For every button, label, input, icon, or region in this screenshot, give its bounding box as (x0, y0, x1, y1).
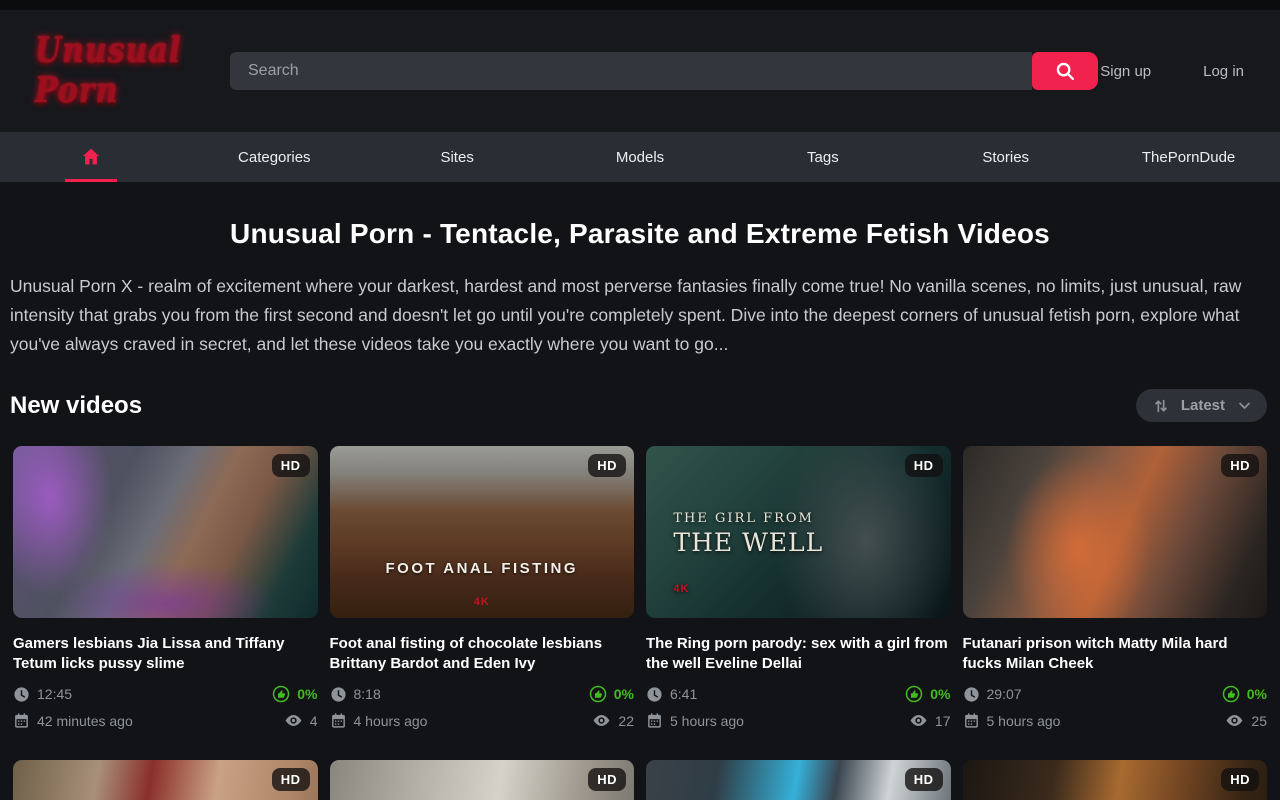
calendar-icon (330, 712, 347, 729)
hd-badge: HD (588, 454, 626, 477)
video-card[interactable]: HD FOOT ANAL FISTING 4K Foot anal fistin… (330, 446, 635, 730)
video-rating: 0% (1247, 686, 1267, 702)
clock-icon (963, 686, 980, 703)
auth-links: Sign up Log in (1098, 63, 1244, 80)
thumbs-up-icon (905, 685, 923, 703)
poster-line-2: THE WELL (673, 528, 823, 557)
sort-label: Latest (1181, 397, 1225, 414)
video-thumbnail[interactable]: HD (963, 760, 1268, 800)
nav-item-theporndude[interactable]: ThePornDude (1097, 132, 1280, 182)
logo[interactable]: Unusual Porn (35, 31, 210, 112)
calendar-icon (13, 712, 30, 729)
video-posted: 5 hours ago (670, 713, 744, 729)
video-thumbnail[interactable]: HD (330, 760, 635, 800)
video-rating: 0% (297, 686, 317, 702)
page-description: Unusual Porn X - realm of excitement whe… (10, 272, 1270, 359)
video-card[interactable]: HD (330, 760, 635, 800)
video-duration: 12:45 (37, 686, 72, 702)
chevron-down-icon (1237, 398, 1252, 413)
thumbs-up-icon (272, 685, 290, 703)
clock-icon (13, 686, 30, 703)
video-title[interactable]: The Ring porn parody: sex with a girl fr… (646, 634, 951, 674)
login-link[interactable]: Log in (1203, 63, 1244, 80)
video-meta: 8:18 0% 4 hours ago (330, 685, 635, 730)
video-card[interactable]: HD Futanari prison witch Matty Mila hard… (963, 446, 1268, 730)
thumbnail-quality-mark: 4K (330, 596, 635, 608)
video-card[interactable]: HD THE GIRL FROM THE WELL 4K The Ring po… (646, 446, 951, 730)
video-thumbnail[interactable]: HD (963, 446, 1268, 618)
signup-link[interactable]: Sign up (1100, 63, 1151, 80)
thumbs-up-icon (1222, 685, 1240, 703)
video-rating: 0% (614, 686, 634, 702)
video-duration: 6:41 (670, 686, 697, 702)
sort-icon (1153, 398, 1169, 414)
video-title[interactable]: Gamers lesbians Jia Lissa and Tiffany Te… (13, 634, 318, 674)
thumbs-up-icon (589, 685, 607, 703)
main-nav: Categories Sites Models Tags Stories The… (0, 132, 1280, 182)
eye-icon (909, 711, 928, 730)
hd-badge: HD (905, 454, 943, 477)
eye-icon (284, 711, 303, 730)
section-title: New videos (10, 392, 142, 420)
nav-item-sites[interactable]: Sites (366, 132, 549, 182)
nav-item-stories[interactable]: Stories (914, 132, 1097, 182)
thumbnail-overlay-title: FOOT ANAL FISTING (330, 560, 635, 577)
eye-icon (592, 711, 611, 730)
search-button[interactable] (1032, 52, 1098, 90)
header: Unusual Porn Sign up Log in (0, 10, 1280, 132)
hd-badge: HD (272, 768, 310, 791)
video-grid: HD Gamers lesbians Jia Lissa and Tiffany… (13, 446, 1267, 800)
calendar-icon (646, 712, 663, 729)
section-head: New videos Latest (10, 389, 1267, 422)
video-card[interactable]: HD (646, 760, 951, 800)
video-card[interactable]: HD (13, 760, 318, 800)
video-meta: 12:45 0% 42 minutes ago (13, 685, 318, 730)
thumbnail-quality-mark: 4K (673, 583, 823, 595)
search-icon (1054, 60, 1076, 82)
video-duration: 8:18 (354, 686, 381, 702)
hd-badge: HD (1221, 454, 1259, 477)
eye-icon (1225, 711, 1244, 730)
video-rating: 0% (930, 686, 950, 702)
video-thumbnail[interactable]: HD (646, 760, 951, 800)
video-views: 4 (310, 713, 318, 729)
video-thumbnail[interactable]: HD FOOT ANAL FISTING 4K (330, 446, 635, 618)
video-posted: 5 hours ago (987, 713, 1061, 729)
hd-badge: HD (905, 768, 943, 791)
nav-item-categories[interactable]: Categories (183, 132, 366, 182)
search-bar (230, 52, 1098, 90)
video-posted: 42 minutes ago (37, 713, 133, 729)
video-views: 17 (935, 713, 951, 729)
hd-badge: HD (272, 454, 310, 477)
poster-line-1: THE GIRL FROM (673, 511, 823, 526)
video-card[interactable]: HD Gamers lesbians Jia Lissa and Tiffany… (13, 446, 318, 730)
video-views: 25 (1251, 713, 1267, 729)
video-thumbnail[interactable]: HD (13, 760, 318, 800)
video-card[interactable]: HD (963, 760, 1268, 800)
hd-badge: HD (1221, 768, 1259, 791)
video-thumbnail[interactable]: HD (13, 446, 318, 618)
video-title[interactable]: Futanari prison witch Matty Mila hard fu… (963, 634, 1268, 674)
thumbnail-overlay-poster: THE GIRL FROM THE WELL 4K (673, 511, 823, 595)
video-thumbnail[interactable]: HD THE GIRL FROM THE WELL 4K (646, 446, 951, 618)
top-strip (0, 0, 1280, 10)
calendar-icon (963, 712, 980, 729)
nav-item-home[interactable] (0, 132, 183, 182)
search-input[interactable] (230, 52, 1032, 90)
video-title[interactable]: Foot anal fisting of chocolate lesbians … (330, 634, 635, 674)
page-title: Unusual Porn - Tentacle, Parasite and Ex… (0, 218, 1280, 250)
clock-icon (646, 686, 663, 703)
hd-badge: HD (588, 768, 626, 791)
home-icon (80, 146, 102, 168)
video-posted: 4 hours ago (354, 713, 428, 729)
sort-dropdown[interactable]: Latest (1136, 389, 1267, 422)
video-meta: 6:41 0% 5 hours ago (646, 685, 951, 730)
clock-icon (330, 686, 347, 703)
nav-item-tags[interactable]: Tags (731, 132, 914, 182)
video-views: 22 (618, 713, 634, 729)
video-duration: 29:07 (987, 686, 1022, 702)
nav-item-models[interactable]: Models (549, 132, 732, 182)
video-meta: 29:07 0% 5 hours ago (963, 685, 1268, 730)
